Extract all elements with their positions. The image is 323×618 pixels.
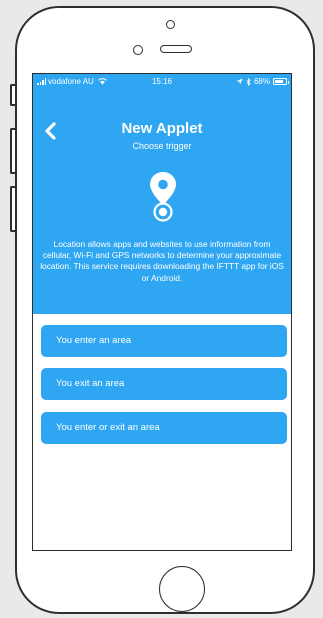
battery-icon [273, 78, 289, 85]
service-description: Location allows apps and websites to use… [40, 239, 284, 283]
front-camera-icon [133, 45, 143, 55]
trigger-label: You enter or exit an area [56, 422, 160, 433]
trigger-label: You exit an area [56, 378, 125, 389]
status-bar: vodafone AU 15:16 68% [33, 74, 291, 90]
service-header: vodafone AU 15:16 68% New Applet Choose … [33, 74, 291, 314]
trigger-label: You enter an area [56, 335, 132, 346]
location-arrow-icon [236, 78, 243, 85]
trigger-exit-area[interactable]: You exit an area [41, 368, 287, 400]
page-title: New Applet [121, 120, 203, 137]
phone-screen: vodafone AU 15:16 68% New Applet Choose … [32, 73, 292, 551]
trigger-enter-area[interactable]: You enter an area [41, 325, 287, 357]
trigger-enter-or-exit-area[interactable]: You enter or exit an area [41, 412, 287, 444]
page-subtitle: Choose trigger [132, 141, 192, 151]
bluetooth-icon [246, 77, 251, 86]
location-pin-icon [150, 172, 176, 222]
speaker-grille [160, 45, 192, 53]
camera-icon [166, 20, 175, 29]
battery-percent: 68% [253, 77, 270, 86]
home-button[interactable] [159, 566, 205, 612]
status-right: 68% [236, 77, 289, 86]
